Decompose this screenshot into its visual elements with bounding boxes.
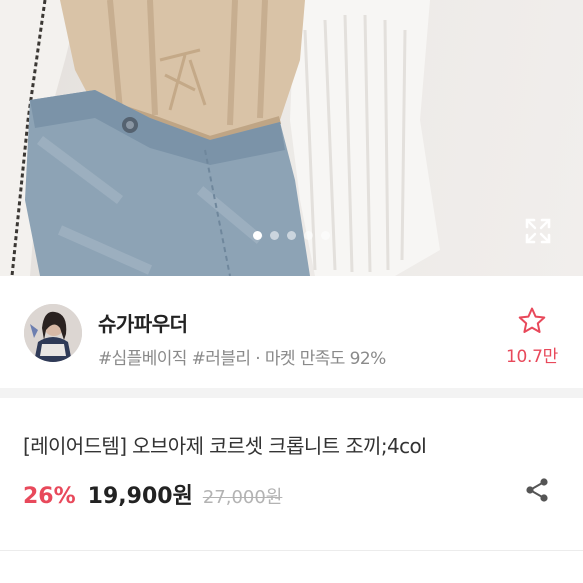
- carousel-dot[interactable]: [270, 231, 279, 240]
- sale-price: 19,900원: [87, 484, 193, 509]
- carousel-dot[interactable]: [253, 231, 262, 240]
- shop-info[interactable]: 슈가파우더 #심플베이직 #러블리 · 마켓 만족도 92% 10.7만: [0, 276, 583, 388]
- original-price: 27,000원: [202, 487, 283, 508]
- product-image-carousel[interactable]: [0, 0, 583, 276]
- price-row: 26% 19,900원 27,000원: [23, 478, 282, 510]
- product-info: [레이어드템] 오브아제 코르셋 크롭니트 조끼;4col 26% 19,900…: [0, 398, 583, 548]
- bottom-divider: [0, 550, 583, 551]
- shop-tags-satisfaction: #심플베이직 #러블리 · 마켓 만족도 92%: [98, 349, 386, 369]
- favorite-count: 10.7만: [506, 347, 558, 367]
- shop-avatar[interactable]: [24, 304, 82, 362]
- star-outline-icon: [518, 307, 546, 333]
- carousel-dot[interactable]: [287, 231, 296, 240]
- section-divider: [0, 388, 583, 398]
- carousel-dot[interactable]: [304, 231, 313, 240]
- expand-icon[interactable]: [525, 218, 551, 244]
- share-icon[interactable]: [523, 476, 551, 504]
- carousel-dot[interactable]: [321, 231, 330, 240]
- shop-name[interactable]: 슈가파우더: [98, 308, 188, 337]
- favorite-button[interactable]: 10.7만: [497, 306, 567, 367]
- discount-rate: 26%: [23, 484, 76, 509]
- carousel-indicator: [253, 231, 330, 240]
- product-title: [레이어드템] 오브아제 코르셋 크롭니트 조끼;4col: [23, 434, 427, 458]
